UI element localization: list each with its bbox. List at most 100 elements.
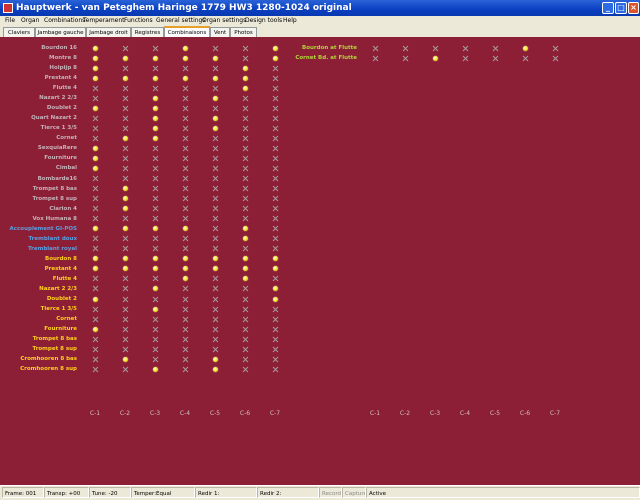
stop-off-toggle[interactable] <box>212 276 218 282</box>
stop-off-toggle[interactable] <box>122 125 128 131</box>
stop-off-toggle[interactable] <box>522 55 528 61</box>
stop-on-led[interactable] <box>152 105 158 111</box>
stop-off-toggle[interactable] <box>372 45 378 51</box>
stop-off-toggle[interactable] <box>122 85 128 91</box>
stop-off-toggle[interactable] <box>182 95 188 101</box>
stop-off-toggle[interactable] <box>182 145 188 151</box>
combination-column-label[interactable]: C-1 <box>363 410 387 417</box>
stop-on-led[interactable] <box>122 356 128 362</box>
stop-off-toggle[interactable] <box>272 165 278 171</box>
stop-on-led[interactable] <box>152 95 158 101</box>
stop-off-toggle[interactable] <box>152 165 158 171</box>
stop-off-toggle[interactable] <box>242 356 248 362</box>
stop-on-led[interactable] <box>152 286 158 292</box>
stop-on-led[interactable] <box>122 266 128 272</box>
stop-off-toggle[interactable] <box>92 115 98 121</box>
stop-off-toggle[interactable] <box>402 45 408 51</box>
stop-off-toggle[interactable] <box>122 155 128 161</box>
stop-off-toggle[interactable] <box>152 276 158 282</box>
stop-off-toggle[interactable] <box>182 346 188 352</box>
stop-off-toggle[interactable] <box>212 155 218 161</box>
stop-off-toggle[interactable] <box>92 176 98 182</box>
stop-off-toggle[interactable] <box>122 105 128 111</box>
stop-on-led[interactable] <box>122 226 128 232</box>
stop-off-toggle[interactable] <box>212 286 218 292</box>
stop-off-toggle[interactable] <box>122 216 128 222</box>
stop-off-toggle[interactable] <box>212 246 218 252</box>
menu-file[interactable]: File <box>5 16 15 26</box>
stop-off-toggle[interactable] <box>92 85 98 91</box>
stop-off-toggle[interactable] <box>92 216 98 222</box>
stop-off-toggle[interactable] <box>182 216 188 222</box>
stop-off-toggle[interactable] <box>242 286 248 292</box>
stop-off-toggle[interactable] <box>272 316 278 322</box>
stop-off-toggle[interactable] <box>122 115 128 121</box>
stop-on-led[interactable] <box>272 296 278 302</box>
stop-off-toggle[interactable] <box>92 95 98 101</box>
stop-on-led[interactable] <box>92 45 98 51</box>
stop-off-toggle[interactable] <box>152 196 158 202</box>
combination-column-label[interactable]: C-1 <box>83 410 107 417</box>
stop-on-led[interactable] <box>212 115 218 121</box>
stop-on-led[interactable] <box>212 125 218 131</box>
stop-off-toggle[interactable] <box>182 196 188 202</box>
stop-off-toggle[interactable] <box>212 105 218 111</box>
stop-on-led[interactable] <box>242 226 248 232</box>
stop-off-toggle[interactable] <box>92 336 98 342</box>
stop-off-toggle[interactable] <box>432 45 438 51</box>
stop-on-led[interactable] <box>242 75 248 81</box>
stop-off-toggle[interactable] <box>152 336 158 342</box>
stop-off-toggle[interactable] <box>182 155 188 161</box>
stop-off-toggle[interactable] <box>242 176 248 182</box>
stop-off-toggle[interactable] <box>92 316 98 322</box>
stop-off-toggle[interactable] <box>242 206 248 212</box>
stop-on-led[interactable] <box>122 75 128 81</box>
stop-off-toggle[interactable] <box>152 45 158 51</box>
menu-general-settings[interactable]: General settings <box>156 16 205 26</box>
stop-off-toggle[interactable] <box>212 306 218 312</box>
stop-on-led[interactable] <box>92 155 98 161</box>
stop-off-toggle[interactable] <box>242 366 248 372</box>
stop-off-toggle[interactable] <box>212 226 218 232</box>
stop-on-led[interactable] <box>242 65 248 71</box>
stop-off-toggle[interactable] <box>122 246 128 252</box>
stop-off-toggle[interactable] <box>182 246 188 252</box>
stop-off-toggle[interactable] <box>242 105 248 111</box>
stop-off-toggle[interactable] <box>492 55 498 61</box>
stop-off-toggle[interactable] <box>212 236 218 242</box>
stop-off-toggle[interactable] <box>182 306 188 312</box>
tab-photos[interactable]: Photos <box>230 27 257 37</box>
stop-on-led[interactable] <box>272 266 278 272</box>
stop-off-toggle[interactable] <box>272 206 278 212</box>
stop-on-led[interactable] <box>242 85 248 91</box>
stop-on-led[interactable] <box>122 55 128 61</box>
combination-column-label[interactable]: C-2 <box>113 410 137 417</box>
stop-off-toggle[interactable] <box>272 196 278 202</box>
stop-off-toggle[interactable] <box>92 135 98 141</box>
tab-vent[interactable]: Vent <box>210 27 230 37</box>
stop-off-toggle[interactable] <box>182 336 188 342</box>
stop-off-toggle[interactable] <box>152 176 158 182</box>
stop-on-led[interactable] <box>152 75 158 81</box>
minimize-icon[interactable]: _ <box>602 2 614 14</box>
stop-off-toggle[interactable] <box>212 176 218 182</box>
stop-off-toggle[interactable] <box>242 196 248 202</box>
stop-off-toggle[interactable] <box>242 155 248 161</box>
stop-off-toggle[interactable] <box>122 95 128 101</box>
stop-off-toggle[interactable] <box>242 336 248 342</box>
menu-help[interactable]: Help <box>283 16 297 26</box>
stop-off-toggle[interactable] <box>212 186 218 192</box>
stop-off-toggle[interactable] <box>212 346 218 352</box>
menu-organ-settings[interactable]: Organ settings <box>202 16 246 26</box>
stop-off-toggle[interactable] <box>272 276 278 282</box>
stop-off-toggle[interactable] <box>92 306 98 312</box>
stop-off-toggle[interactable] <box>182 326 188 332</box>
menu-combinations[interactable]: Combinations <box>44 16 85 26</box>
stop-off-toggle[interactable] <box>272 366 278 372</box>
combination-column-label[interactable]: C-4 <box>173 410 197 417</box>
stop-on-led[interactable] <box>182 266 188 272</box>
stop-on-led[interactable] <box>182 276 188 282</box>
stop-on-led[interactable] <box>122 135 128 141</box>
stop-on-led[interactable] <box>152 366 158 372</box>
stop-off-toggle[interactable] <box>182 236 188 242</box>
